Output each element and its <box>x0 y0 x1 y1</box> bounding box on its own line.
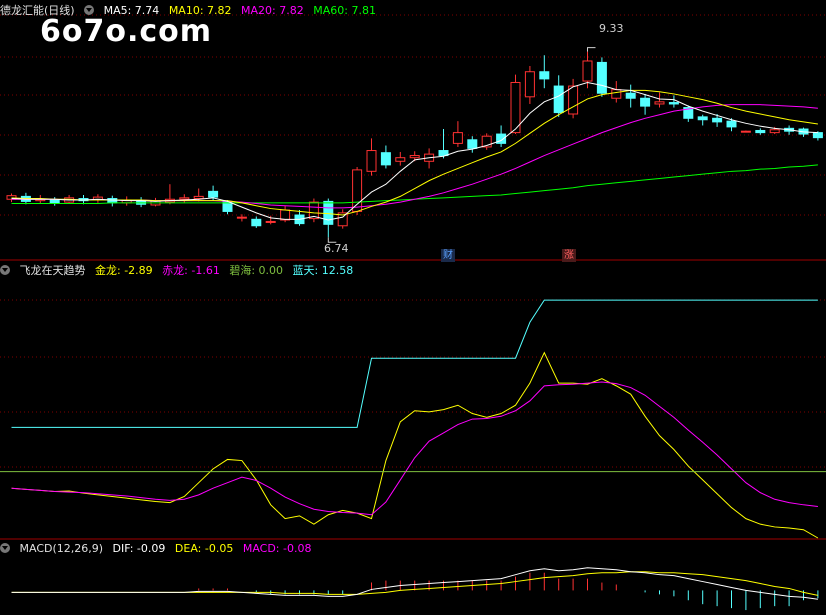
candle-body <box>640 97 651 107</box>
lantian-line <box>11 299 818 428</box>
candle-body <box>380 152 391 166</box>
indicator-name: 飞龙在天趋势 <box>19 264 86 277</box>
jinlong-line <box>11 351 819 539</box>
candle-body <box>352 169 363 212</box>
chilong-line <box>11 381 818 516</box>
dropdown-arrow-icon[interactable] <box>0 265 10 275</box>
candle-body <box>265 220 276 223</box>
indicator-header: 飞龙在天趋势 金龙: -2.89 赤龙: -1.61 碧海: 0.00 蓝天: … <box>0 264 359 278</box>
ma60-line <box>11 164 818 205</box>
candle-body <box>769 129 780 134</box>
candle-body <box>366 150 377 172</box>
candle-body <box>193 195 204 200</box>
candle-body <box>582 60 593 82</box>
candle-body <box>755 129 766 134</box>
macd-panel[interactable] <box>11 567 819 611</box>
candle-body <box>208 190 219 198</box>
candle-body <box>654 101 665 105</box>
candle-body <box>740 130 751 133</box>
candle-body <box>409 155 420 159</box>
ma20-value: MA20: 7.82 <box>241 4 304 17</box>
candle-body <box>553 85 564 114</box>
candle-body <box>236 216 247 219</box>
lantian-value: 蓝天: 12.58 <box>292 264 354 277</box>
candle-body <box>625 92 636 99</box>
candle-body <box>697 116 708 121</box>
stock-chart-canvas[interactable] <box>0 0 826 615</box>
macd-value: MACD: -0.08 <box>242 542 312 555</box>
macd-header: MACD(12,26,9) DIF: -0.09 DEA: -0.05 MACD… <box>0 542 317 556</box>
dea-value: DEA: -0.05 <box>174 542 234 555</box>
candle-body <box>726 120 737 128</box>
candle-body <box>452 132 463 144</box>
candle-body <box>49 199 60 204</box>
candle-body <box>107 198 118 204</box>
watermark-logo: 6o7o.com <box>40 14 213 49</box>
low-price-label: 6.74 <box>324 242 349 255</box>
chilong-value: 赤龙: -1.61 <box>162 264 220 277</box>
candle-body <box>668 102 679 105</box>
macd-name: MACD(12,26,9) <box>19 542 104 555</box>
price-panel[interactable] <box>6 47 823 243</box>
candle-body <box>568 85 579 115</box>
candle-body <box>812 132 823 139</box>
bihai-value: 碧海: 0.00 <box>229 264 284 277</box>
candle-body <box>395 157 406 162</box>
candle-body <box>323 200 334 225</box>
event-tag-cai[interactable]: 财 <box>441 249 455 262</box>
candle-body <box>712 117 723 123</box>
event-tag-zhang[interactable]: 涨 <box>562 249 576 262</box>
ma60-value: MA60: 7.81 <box>313 4 376 17</box>
high-price-label: 9.33 <box>599 22 624 35</box>
jinlong-value: 金龙: -2.89 <box>95 264 153 277</box>
candle-body <box>611 89 622 99</box>
high-marker <box>587 47 596 52</box>
candle-body <box>467 139 478 149</box>
candle-body <box>251 218 262 227</box>
candle-body <box>539 71 550 80</box>
dropdown-arrow-icon[interactable] <box>0 543 10 553</box>
indicator-panel[interactable] <box>0 299 826 539</box>
candle-body <box>179 197 190 200</box>
candle-body <box>596 61 607 94</box>
dif-value: DIF: -0.09 <box>112 542 166 555</box>
candle-body <box>524 71 535 98</box>
